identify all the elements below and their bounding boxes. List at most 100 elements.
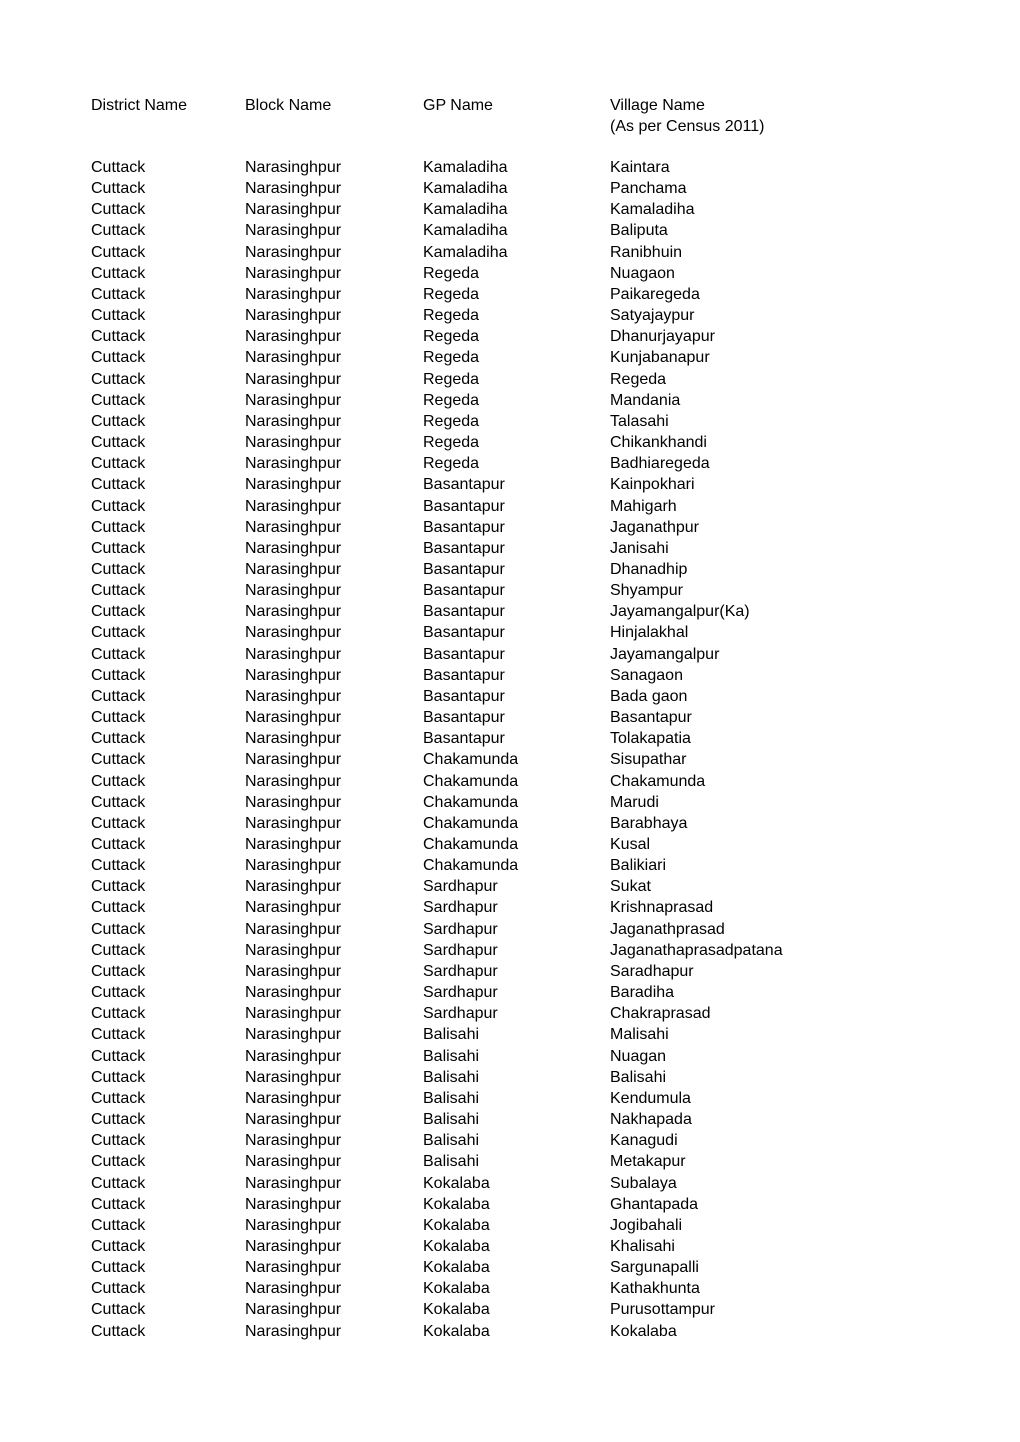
district-cell: Cuttack (91, 793, 146, 811)
district-cell: Cuttack (91, 878, 146, 896)
district-cell: Cuttack (91, 709, 146, 727)
block-cell: Narasinghpur (245, 243, 342, 261)
block-cell: Narasinghpur (245, 645, 342, 663)
district-cell: Cuttack (91, 814, 146, 832)
block-cell: Narasinghpur (245, 730, 342, 748)
village-cell: Ranibhuin (610, 243, 683, 261)
district-cell: Cuttack (91, 222, 146, 240)
district-cell: Cuttack (91, 328, 146, 346)
district-cell: Cuttack (91, 1259, 146, 1277)
block-cell: Narasinghpur (245, 603, 342, 621)
block-cell: Narasinghpur (245, 814, 342, 832)
village-cell: Marudi (610, 793, 659, 811)
district-cell: Cuttack (91, 391, 146, 409)
district-cell: Cuttack (91, 836, 146, 853)
gp-cell: Basantapur (423, 582, 505, 600)
district-cell: Cuttack (91, 1322, 146, 1340)
village-cell: Jogibahali (610, 1216, 683, 1234)
village-cell: Barabhaya (610, 814, 688, 832)
block-cell: Narasinghpur (245, 159, 342, 176)
table-row: Cuttack Narasinghpur Sardhapur Saradhapur (0, 961, 1020, 982)
table-row: Cuttack Narasinghpur Chakamunda Chakamunda (0, 771, 1020, 792)
table-row: Cuttack Narasinghpur Sardhapur Baradiha (0, 982, 1020, 1003)
village-cell: Regeda (610, 370, 667, 388)
district-cell: Cuttack (91, 941, 146, 959)
district-cell: Cuttack (91, 180, 146, 198)
district-cell: Cuttack (91, 349, 146, 367)
gp-cell: Basantapur (423, 539, 505, 557)
village-cell: Jayamangalpur(Ka) (610, 603, 750, 621)
table-body: Cuttack Narasinghpur Kamaladiha Kaintara Cut… (0, 157, 1020, 1342)
table-row: Cuttack Narasinghpur Kamaladiha Ranibhuin (0, 242, 1020, 263)
gp-cell: Basantapur (423, 730, 505, 748)
table-row: Cuttack Narasinghpur Regeda Dhanurjayapur (0, 326, 1020, 347)
district-cell: Cuttack (91, 1237, 146, 1255)
village-cell: Jaganathpur (610, 518, 699, 536)
district-cell: Cuttack (91, 264, 146, 282)
block-cell: Narasinghpur (245, 180, 342, 198)
gp-cell: Basantapur (423, 603, 505, 621)
district-cell: Cuttack (91, 1047, 146, 1065)
village-cell: Sanagaon (610, 666, 683, 684)
district-cell: Cuttack (91, 1089, 146, 1107)
village-cell: Nakhapada (610, 1111, 692, 1129)
header-village-name: Village Name (As per Census 2011) (610, 95, 764, 137)
gp-cell: Sardhapur (423, 962, 498, 980)
table-row: Cuttack Narasinghpur Kamaladiha Kaintara (0, 157, 1020, 178)
district-cell: Cuttack (91, 1216, 146, 1234)
table-row: Cuttack Narasinghpur Basantapur Janisahi (0, 538, 1020, 559)
table-row: Cuttack Narasinghpur Kokalaba Kokalaba (0, 1321, 1020, 1342)
village-cell: Chakamunda (610, 772, 706, 790)
district-cell: Cuttack (91, 772, 146, 790)
block-cell: Narasinghpur (245, 497, 342, 515)
table-row: Cuttack Narasinghpur Regeda Mandania (0, 390, 1020, 411)
table-row: Cuttack Narasinghpur Basantapur Shyampur (0, 580, 1020, 601)
district-cell: Cuttack (91, 920, 146, 938)
gp-cell: Kamaladiha (423, 201, 508, 219)
village-cell: Basantapur (610, 709, 692, 727)
village-cell: Kanagudi (610, 1132, 678, 1150)
gp-cell: Chakamunda (423, 857, 519, 875)
gp-cell: Regeda (423, 285, 480, 303)
village-cell: Talasahi (610, 412, 669, 430)
block-cell: Narasinghpur (245, 772, 342, 790)
header-village-name-line2: (As per Census 2011) (610, 118, 765, 135)
gp-cell: Kamaladiha (423, 180, 508, 198)
village-cell: Shyampur (610, 582, 683, 600)
gp-cell: Balisahi (423, 1111, 480, 1129)
district-cell: Cuttack (91, 857, 146, 875)
village-cell: Jayamangalpur (610, 645, 720, 663)
gp-cell: Sardhapur (423, 1005, 498, 1023)
table-row: Cuttack Narasinghpur Balisahi Nakhapada (0, 1109, 1020, 1130)
table-row: Cuttack Narasinghpur Kamaladiha Panchama (0, 178, 1020, 199)
block-cell: Narasinghpur (245, 370, 342, 388)
village-cell: Dhanadhip (610, 560, 688, 578)
village-cell: Bada gaon (610, 687, 688, 705)
district-cell: Cuttack (91, 455, 146, 473)
table-row: Cuttack Narasinghpur Sardhapur Jaganathapra… (0, 940, 1020, 961)
village-cell: Chikankhandi (610, 434, 707, 452)
village-cell: Tolakapatia (610, 730, 691, 748)
village-cell: Panchama (610, 180, 687, 198)
gp-cell: Chakamunda (423, 793, 519, 811)
table-row: Cuttack Narasinghpur Balisahi Kendumula (0, 1088, 1020, 1109)
table-row: Cuttack Narasinghpur Basantapur Jayamangalp… (0, 601, 1020, 622)
table-row: Cuttack Narasinghpur Chakamunda Kusal (0, 834, 1020, 855)
block-cell: Narasinghpur (245, 285, 342, 303)
gp-cell: Chakamunda (423, 751, 519, 769)
district-cell: Cuttack (91, 1026, 146, 1044)
village-cell: Kokalaba (610, 1322, 677, 1340)
block-cell: Narasinghpur (245, 434, 342, 452)
gp-cell: Sardhapur (423, 941, 498, 959)
header-gp-name: GP Name (423, 97, 493, 114)
table-row: Cuttack Narasinghpur Sardhapur Krishnaprasa… (0, 897, 1020, 918)
gp-cell: Sardhapur (423, 878, 498, 896)
district-cell: Cuttack (91, 1132, 146, 1150)
district-cell: Cuttack (91, 751, 146, 769)
block-cell: Narasinghpur (245, 539, 342, 557)
table-row: Cuttack Narasinghpur Regeda Chikankhandi (0, 432, 1020, 453)
gp-cell: Kokalaba (423, 1322, 490, 1340)
block-cell: Narasinghpur (245, 836, 342, 853)
district-cell: Cuttack (91, 1301, 146, 1319)
block-cell: Narasinghpur (245, 962, 342, 980)
